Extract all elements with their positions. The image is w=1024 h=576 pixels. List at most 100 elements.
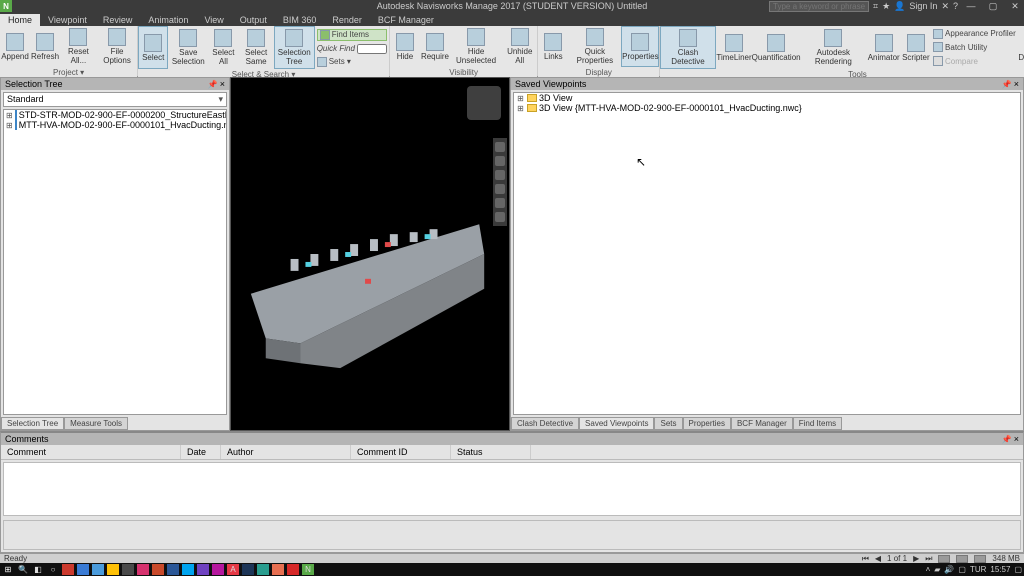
app-icon-pink[interactable] (137, 564, 149, 575)
close-icon[interactable]: × (1014, 79, 1019, 89)
saved-viewpoints-header[interactable]: Saved Viewpoints 📌 × (511, 78, 1023, 90)
sheet-nav-last-icon[interactable]: ⏭ (925, 554, 932, 564)
app-icon-lblue[interactable] (92, 564, 104, 575)
close-icon[interactable]: × (220, 79, 225, 89)
user-icon[interactable]: 👤 (894, 1, 905, 12)
tab-properties[interactable]: Properties (683, 417, 731, 430)
sheet-nav-prev-icon[interactable]: ◀ (875, 554, 881, 563)
tab-render[interactable]: Render (324, 14, 370, 26)
hide-unselected-button[interactable]: Hide Unselected (450, 26, 502, 67)
selection-tree-button[interactable]: Selection Tree (274, 26, 315, 69)
cortana-icon[interactable]: ○ (47, 564, 59, 575)
tab-viewpoint[interactable]: Viewpoint (40, 14, 95, 26)
col-date[interactable]: Date (181, 445, 221, 459)
tab-sets[interactable]: Sets (654, 417, 682, 430)
col-author[interactable]: Author (221, 445, 351, 459)
infocenter-icon[interactable]: ⌗ (873, 1, 878, 12)
expand-icon[interactable]: ⊞ (6, 121, 13, 130)
comments-detail[interactable] (3, 520, 1021, 550)
app-icon-orange2[interactable] (272, 564, 284, 575)
exchange-icon[interactable]: ✕ (941, 1, 949, 12)
col-comment-id[interactable]: Comment ID (351, 445, 451, 459)
datatools-button[interactable]: DataTools (1018, 26, 1024, 69)
notifications-icon[interactable]: ▢ (1014, 565, 1022, 574)
col-comment[interactable]: Comment (1, 445, 181, 459)
quantification-button[interactable]: Quantification (752, 26, 800, 69)
tab-view[interactable]: View (196, 14, 231, 26)
tree-item[interactable]: ⊞MTT-HVA-MOD-02-900-EF-0000101_HvacDucti… (4, 120, 226, 130)
tab-saved-vp[interactable]: Saved Viewpoints (579, 417, 654, 430)
refresh-button[interactable]: Refresh (30, 26, 60, 67)
pan-icon[interactable] (495, 156, 505, 166)
file-options-button[interactable]: File Options (97, 26, 137, 67)
orbit-icon[interactable] (495, 184, 505, 194)
select-same-button[interactable]: Select Same (238, 26, 273, 69)
look-icon[interactable] (495, 198, 505, 208)
app-icon-word[interactable] (167, 564, 179, 575)
select-button[interactable]: Select (138, 26, 168, 69)
app-icon-blue[interactable] (77, 564, 89, 575)
memory-icon[interactable] (956, 555, 968, 563)
tab-measure-tools[interactable]: Measure Tools (64, 417, 128, 430)
tab-home[interactable]: Home (0, 14, 40, 26)
lang-indicator[interactable]: TUR (970, 565, 986, 574)
autodesk-rendering-button[interactable]: Autodesk Rendering (800, 26, 867, 69)
network-icon[interactable]: ▰ (934, 565, 940, 574)
quick-find-input[interactable] (357, 44, 387, 54)
sheet-nav-next-icon[interactable]: ▶ (913, 554, 919, 563)
find-items-button[interactable]: Find Items (317, 29, 387, 41)
tree-item[interactable]: ⊞STD-STR-MOD-02-900-EF-0000200_Structure… (4, 110, 226, 120)
tray-chevron-icon[interactable]: ˄ (926, 565, 931, 574)
app-icon-yellow[interactable] (107, 564, 119, 575)
app-icon-magenta[interactable] (212, 564, 224, 575)
app-icon-purple[interactable] (197, 564, 209, 575)
tab-bcf[interactable]: BCF Manager (370, 14, 442, 26)
clash-detective-button[interactable]: Clash Detective (660, 26, 715, 69)
batch-utility-button[interactable]: Batch Utility (933, 42, 1016, 52)
require-button[interactable]: Require (420, 26, 450, 67)
tab-find-items[interactable]: Find Items (793, 417, 842, 430)
signin-label[interactable]: Sign In (909, 1, 937, 11)
favorites-icon[interactable]: ★ (882, 1, 890, 12)
app-icon-autocad[interactable]: A (227, 564, 239, 575)
tab-output[interactable]: Output (232, 14, 275, 26)
steering-wheel-icon[interactable] (495, 142, 505, 152)
sheet-nav-first-icon[interactable]: ⏮ (862, 554, 869, 564)
saved-viewpoints-body[interactable]: ⊞3D View ⊞3D View {MTT-HVA-MOD-02-900-EF… (513, 92, 1021, 415)
comments-header[interactable]: Comments 📌 × (1, 433, 1023, 445)
app-icon-teal[interactable] (257, 564, 269, 575)
viewcube[interactable] (467, 86, 501, 120)
compare-button[interactable]: Compare (933, 56, 1016, 66)
col-status[interactable]: Status (451, 445, 531, 459)
disk-icon[interactable] (938, 555, 950, 563)
animator-button[interactable]: Animator (867, 26, 901, 69)
close-icon[interactable]: × (1014, 434, 1019, 444)
pin-icon[interactable]: 📌 (208, 80, 218, 89)
taskview-icon[interactable]: ◧ (32, 564, 44, 575)
sets-button[interactable]: Sets ▾ (317, 57, 387, 67)
battery-icon[interactable]: ▢ (958, 565, 966, 574)
clock[interactable]: 15:57 (990, 565, 1010, 574)
viewpoint-item[interactable]: ⊞3D View {MTT-HVA-MOD-02-900-EF-0000101_… (514, 103, 1020, 113)
expand-icon[interactable]: ⊞ (6, 111, 13, 120)
tab-bcf[interactable]: BCF Manager (731, 417, 793, 430)
tab-selection-tree[interactable]: Selection Tree (1, 417, 64, 430)
app-icon-dark[interactable] (122, 564, 134, 575)
app-icon-orange[interactable] (152, 564, 164, 575)
maximize-button[interactable]: ▢ (984, 1, 1002, 12)
appearance-profiler-button[interactable]: Appearance Profiler (933, 29, 1016, 39)
unhide-all-button[interactable]: Unhide All (502, 26, 537, 67)
tab-review[interactable]: Review (95, 14, 141, 26)
pin-icon[interactable]: 📌 (1002, 435, 1012, 444)
app-icon-ppt[interactable] (287, 564, 299, 575)
selection-tree-body[interactable]: ⊞STD-STR-MOD-02-900-EF-0000200_Structure… (3, 109, 227, 415)
selection-tree-header[interactable]: Selection Tree 📌 × (1, 78, 229, 90)
scripter-button[interactable]: Scripter (901, 26, 931, 69)
app-icon-revit[interactable] (242, 564, 254, 575)
tab-animation[interactable]: Animation (140, 14, 196, 26)
zoom-icon[interactable] (495, 170, 505, 180)
save-selection-button[interactable]: Save Selection (168, 26, 208, 69)
comments-grid[interactable] (3, 462, 1021, 516)
timeliner-button[interactable]: TimeLiner (716, 26, 753, 69)
app-icon-navisworks[interactable]: N (302, 564, 314, 575)
